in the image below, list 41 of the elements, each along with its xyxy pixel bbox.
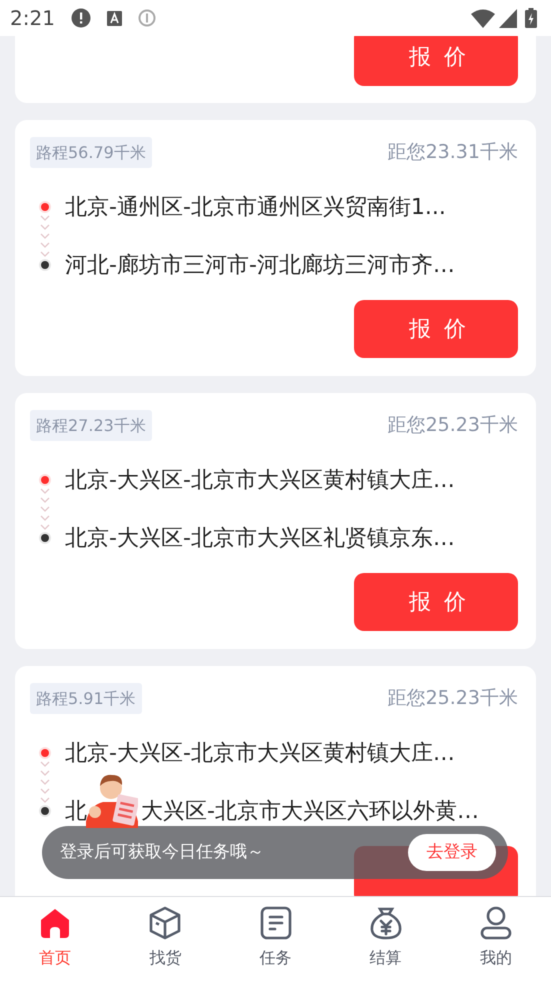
nav-tab[interactable]: 我的 [440,897,551,981]
address-text: 北京-大兴区-北京市大兴区黄村镇大庄… [65,740,455,768]
login-button[interactable]: 去登录 [408,834,496,871]
location-dot-icon [39,259,51,271]
status-time: 2:21 [10,5,55,32]
route-distance-tag: 路程5.91千米 [30,683,142,714]
wifi-icon [471,8,495,28]
signal-icon [499,8,517,28]
quote-button[interactable]: 报价 [354,36,518,86]
box-icon [148,906,182,940]
location-dot-icon [39,532,51,544]
person-drawing [86,772,138,828]
route-distance-tag: 路程27.23千米 [30,410,152,441]
alert-icon [70,8,91,28]
address-text: 河北-廊坊市三河市-河北廊坊三河市齐… [65,252,455,280]
quote-button[interactable]: 报价 [354,300,518,358]
location-dot-icon [39,201,51,213]
nav-tab[interactable]: 结算 [330,897,441,981]
toast-message: 登录后可获取今日任务哦～ [60,840,264,864]
address-text: 大兴区-北京市大兴区六环以外黄… [141,798,479,826]
address-text: 北京-大兴区-北京市大兴区黄村镇大庄… [65,466,455,494]
location-dot-icon [39,474,51,486]
distance-text: 距您25.23千米 [388,686,518,712]
document-icon [258,906,292,940]
address-text: 北京-大兴区-北京市大兴区礼贤镇京东… [65,524,455,552]
battery-icon [525,8,537,28]
nav-tab[interactable]: 找货 [110,897,220,981]
sync-icon [138,9,156,27]
address-text: 北 [65,798,87,826]
distance-text: 距您23.31千米 [388,140,518,166]
location-dot-icon [39,747,51,759]
quote-button[interactable]: 报价 [354,573,518,631]
user-icon [478,906,513,940]
route-distance-tag: 路程56.79千米 [30,137,152,168]
money-bag-icon [368,906,403,940]
nav-tab[interactable]: 任务 [220,897,331,981]
location-dot-icon [39,805,51,817]
nav-tab[interactable]: 首页 [0,897,110,981]
keyboard-icon [106,10,122,26]
distance-text: 距您25.23千米 [388,413,518,438]
address-text: 北京-通州区-北京市通州区兴贸南街1... [65,194,446,222]
